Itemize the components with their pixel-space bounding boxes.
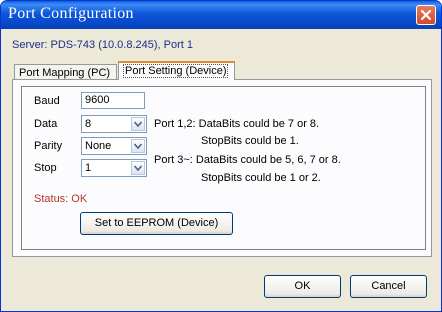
- tab-port-setting[interactable]: Port Setting (Device): [118, 61, 235, 80]
- server-label: Server: PDS-743 (10.0.8.245), Port 1: [12, 39, 193, 51]
- stop-select-value: 1: [85, 162, 92, 174]
- cancel-button[interactable]: Cancel: [350, 275, 427, 298]
- note-port12-stopbits: StopBits could be 1.: [201, 135, 299, 147]
- status-text: Status: OK: [34, 193, 88, 205]
- chevron-down-icon[interactable]: [131, 161, 145, 175]
- note-port12-databits: Port 1,2: DataBits could be 7 or 8.: [154, 118, 320, 130]
- set-eeprom-button[interactable]: Set to EEPROM (Device): [80, 212, 233, 235]
- tab-port-mapping[interactable]: Port Mapping (PC): [14, 64, 117, 80]
- close-icon: [420, 9, 432, 21]
- stop-label: Stop: [34, 162, 57, 174]
- dialog-window: Port Configuration Server: PDS-743 (10.0…: [0, 0, 442, 312]
- parity-select[interactable]: None: [81, 137, 147, 155]
- data-select[interactable]: 8: [81, 115, 147, 133]
- stop-select[interactable]: 1: [81, 159, 147, 177]
- ok-button[interactable]: OK: [264, 275, 341, 298]
- chevron-down-icon[interactable]: [131, 117, 145, 131]
- close-button[interactable]: [416, 5, 436, 25]
- data-select-value: 8: [85, 118, 92, 130]
- chevron-down-icon[interactable]: [131, 139, 145, 153]
- parity-label: Parity: [34, 140, 63, 152]
- baud-input[interactable]: 9600: [81, 92, 145, 109]
- parity-select-value: None: [85, 140, 112, 152]
- window-title: Port Configuration: [8, 5, 134, 22]
- note-port3-databits: Port 3~: DataBits could be 5, 6, 7 or 8.: [154, 154, 341, 166]
- data-label: Data: [34, 118, 58, 130]
- title-bar[interactable]: Port Configuration: [1, 1, 441, 29]
- tab-port-setting-label: Port Setting (Device): [123, 64, 229, 78]
- baud-label: Baud: [34, 95, 60, 107]
- note-port3-stopbits: StopBits could be 1 or 2.: [201, 172, 321, 184]
